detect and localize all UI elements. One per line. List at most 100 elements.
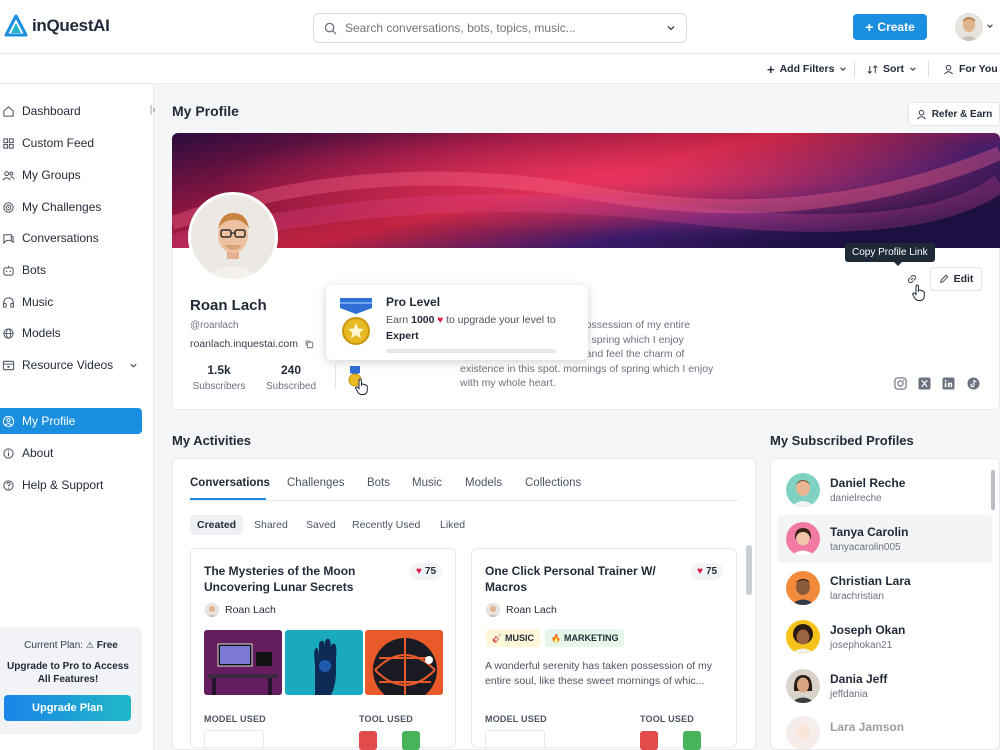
x-icon[interactable] — [917, 376, 931, 390]
card-author[interactable]: Roan Lach — [486, 603, 557, 617]
add-filters-button[interactable]: + Add Filters — [767, 54, 847, 84]
subscribed-profile[interactable]: Lara Jamson — [778, 711, 992, 750]
user-avatar[interactable] — [955, 13, 983, 41]
profile-handle: larachristian — [830, 591, 884, 602]
chip-shared[interactable]: Shared — [247, 515, 295, 535]
upgrade-plan-button[interactable]: Upgrade Plan — [4, 695, 131, 721]
user-icon — [916, 109, 927, 120]
for-you-button[interactable]: For You — [943, 54, 998, 84]
sidebar-item-resource-videos[interactable]: Resource Videos — [0, 352, 142, 378]
bot-icon — [2, 264, 15, 277]
sidebar-item-about[interactable]: About — [0, 440, 142, 466]
sidebar-collapse-icon[interactable] — [148, 103, 158, 117]
search-input[interactable] — [345, 21, 658, 35]
sidebar-item-my-profile[interactable]: My Profile — [0, 408, 142, 434]
tab-conversations[interactable]: Conversations — [190, 477, 270, 489]
sidebar-item-help-support[interactable]: Help & Support — [0, 472, 142, 498]
sort-button[interactable]: Sort — [867, 54, 917, 84]
linkedin-icon[interactable] — [941, 376, 955, 390]
chevron-down-icon — [839, 65, 847, 73]
search-bar[interactable] — [313, 13, 687, 43]
sidebar-item-music[interactable]: Music — [0, 289, 142, 315]
card-title[interactable]: The Mysteries of the Moon Uncovering Lun… — [204, 563, 394, 595]
user-circle-icon — [2, 415, 15, 428]
likes-badge[interactable]: ♥ 75 — [691, 563, 724, 580]
tab-models[interactable]: Models — [465, 477, 502, 489]
sidebar-item-bots[interactable]: Bots — [0, 257, 142, 283]
scrollbar[interactable] — [991, 470, 995, 510]
sidebar-item-label: Help & Support — [22, 478, 104, 492]
card-author[interactable]: Roan Lach — [205, 603, 276, 617]
sidebar-item-label: Conversations — [22, 231, 99, 245]
tab-challenges[interactable]: Challenges — [287, 477, 345, 489]
thumbnail-image[interactable] — [285, 630, 363, 695]
sidebar-item-models[interactable]: Models — [0, 320, 142, 346]
sidebar-item-label: Models — [22, 326, 61, 340]
model-used-label: MODEL USED — [485, 714, 547, 724]
upgrade-text: Upgrade to Pro to Access All Features! — [7, 661, 129, 685]
add-filters-label: Add Filters — [779, 63, 835, 75]
tool-chip[interactable] — [359, 731, 377, 750]
tab-collections[interactable]: Collections — [525, 477, 581, 489]
tab-music[interactable]: Music — [412, 477, 442, 489]
tool-used-label: TOOL USED — [359, 714, 413, 724]
subscribed-profile[interactable]: Dania Jeff jeffdania — [778, 662, 992, 710]
subscribed-count: 240 — [280, 363, 302, 377]
likes-badge[interactable]: ♥ 75 — [410, 563, 443, 580]
level-progress-bar — [386, 349, 556, 353]
refer-earn-button[interactable]: Refer & Earn — [908, 102, 1000, 126]
tab-divider — [190, 500, 738, 501]
earn-label: Earn — [386, 314, 409, 326]
profile-handle: jeffdania — [830, 689, 868, 700]
profile-link[interactable]: roanlach.inquestai.com — [190, 338, 314, 350]
chevron-down-icon[interactable] — [986, 22, 994, 30]
sidebar-item-dashboard[interactable]: Dashboard — [0, 98, 142, 124]
edit-profile-button[interactable]: Edit — [930, 267, 982, 291]
tiktok-icon[interactable] — [966, 376, 980, 390]
headphones-icon — [2, 296, 15, 309]
marketing-tag[interactable]: 🔥 MARKETING — [545, 629, 625, 647]
tool-chip[interactable] — [683, 731, 701, 750]
sidebar-item-label: Custom Feed — [22, 136, 95, 150]
create-button[interactable]: + Create — [853, 14, 927, 40]
sidebar-item-custom-feed[interactable]: Custom Feed — [0, 130, 142, 156]
divider — [928, 61, 929, 77]
sidebar-item-conversations[interactable]: Conversations — [0, 225, 142, 251]
profile-link-text[interactable]: roanlach.inquestai.com — [190, 338, 298, 350]
copy-icon[interactable] — [304, 339, 314, 349]
medal-icon — [339, 298, 373, 346]
sidebar-item-my-challenges[interactable]: My Challenges — [0, 194, 142, 220]
instagram-icon[interactable] — [893, 376, 907, 390]
card-title[interactable]: One Click Personal Trainer W/ Macros — [485, 563, 675, 595]
sidebar-item-my-groups[interactable]: My Groups — [0, 162, 142, 188]
fire-icon: 🔥 — [551, 633, 561, 643]
video-icon — [2, 359, 15, 372]
chip-created[interactable]: Created — [190, 515, 244, 535]
thumbnail-image[interactable] — [204, 630, 282, 695]
divider — [854, 61, 855, 77]
subscribed-stat[interactable]: 240 Subscribed — [263, 363, 319, 392]
subscribed-profile[interactable]: Tanya Carolin tanyacarolin005 — [778, 515, 992, 563]
tool-chip[interactable] — [640, 731, 658, 750]
tab-bots[interactable]: Bots — [367, 477, 390, 489]
app-logo[interactable]: inQuestAI — [4, 14, 110, 38]
subscribed-profile[interactable]: Daniel Reche danielreche — [778, 466, 992, 514]
chevron-down-icon[interactable] — [666, 23, 676, 33]
music-tag[interactable]: 🎸 MUSIC — [486, 629, 540, 647]
current-plan: Current Plan: ⚠ Free — [0, 640, 142, 651]
app-name: inQuestAI — [32, 16, 110, 35]
subscribed-profile[interactable]: Joseph Okan josephokan21 — [778, 613, 992, 661]
chip-saved[interactable]: Saved — [299, 515, 343, 535]
subscribed-profile[interactable]: Christian Lara larachristian — [778, 564, 992, 612]
chip-recently-used[interactable]: Recently Used — [345, 515, 427, 535]
group-icon — [2, 169, 15, 182]
model-chip[interactable] — [204, 730, 264, 750]
subscribed-label: Subscribed — [265, 381, 317, 392]
thumbnail-image[interactable] — [365, 630, 443, 695]
cursor-hand-icon — [354, 378, 370, 396]
subscribers-stat[interactable]: 1.5k Subscribers — [192, 363, 246, 392]
model-chip[interactable] — [485, 730, 545, 750]
scrollbar[interactable] — [746, 545, 752, 595]
chip-liked[interactable]: Liked — [433, 515, 472, 535]
tool-chip[interactable] — [402, 731, 420, 750]
